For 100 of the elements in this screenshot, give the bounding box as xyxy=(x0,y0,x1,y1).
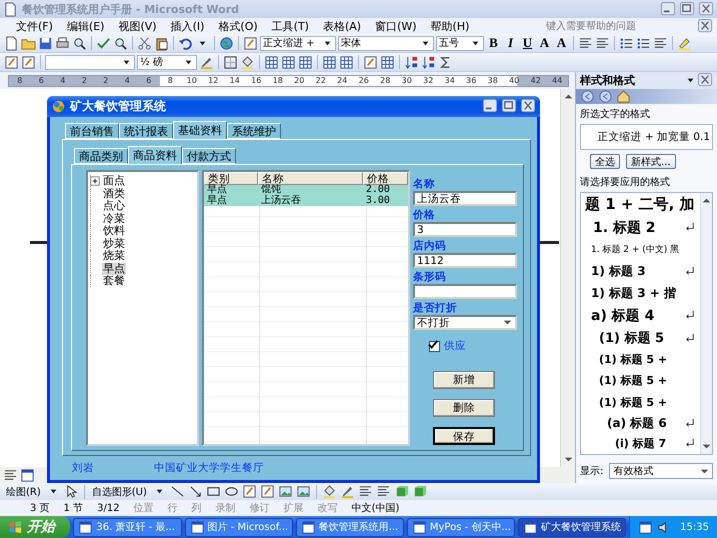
style-item[interactable]: (1) 标题 5 + xyxy=(581,370,700,392)
bucket-icon[interactable] xyxy=(240,54,255,70)
minimize-icon[interactable] xyxy=(483,99,498,114)
input-field[interactable] xyxy=(413,284,517,299)
input-field[interactable]: 1112 xyxy=(413,253,517,268)
close-icon[interactable] xyxy=(698,73,713,88)
pane-button[interactable]: 新样式... xyxy=(626,154,676,169)
format-button[interactable]: A xyxy=(537,35,552,51)
style-item[interactable]: (1) 标题 5 xyxy=(581,327,700,350)
back-icon[interactable] xyxy=(598,89,613,104)
tree-item[interactable]: 烧菜 xyxy=(102,250,126,262)
style-item[interactable]: (1) 标题 5 + xyxy=(581,349,700,370)
scrollbar[interactable] xyxy=(560,89,575,467)
minimize-icon[interactable] xyxy=(661,2,676,16)
pen-icon[interactable] xyxy=(340,484,355,499)
autoshapes-menu[interactable]: 自选图形(U) xyxy=(90,484,149,498)
style-item[interactable]: 1. 标题 2 xyxy=(581,216,700,240)
clipboard-icon[interactable] xyxy=(154,36,169,50)
style-select[interactable]: 正文缩进 + xyxy=(260,36,336,50)
help-search-field[interactable]: 键入需要帮助的问题 xyxy=(546,19,696,33)
square-icon[interactable] xyxy=(223,54,238,70)
menu-item[interactable]: 窗口(W) xyxy=(369,18,423,34)
list-icon[interactable] xyxy=(619,36,634,50)
style-item[interactable]: 1. 标题 2 + (中文) 黑 xyxy=(581,240,700,260)
lines-icon[interactable] xyxy=(3,468,18,482)
sort-icon[interactable] xyxy=(421,54,436,70)
taskbar-button[interactable]: 餐饮管理系统用... xyxy=(296,518,404,536)
checkbox[interactable] xyxy=(429,340,440,352)
printer-icon[interactable] xyxy=(55,36,70,50)
lines-icon[interactable] xyxy=(653,36,668,50)
column-header[interactable]: 价格 xyxy=(362,172,408,185)
globe-icon[interactable] xyxy=(219,36,234,50)
style-item[interactable]: 1) 标题 3 + 揩 xyxy=(581,282,700,304)
sort-icon[interactable] xyxy=(404,54,419,70)
close-icon[interactable] xyxy=(699,2,714,16)
taskbar-button[interactable]: MyPos - 创天中... xyxy=(406,518,516,536)
tree-item[interactable]: 面点 xyxy=(102,175,126,188)
tree-item[interactable]: 饮料 xyxy=(102,225,126,238)
taskbar-button[interactable]: 矿大餐饮管理系统 xyxy=(518,518,626,536)
show-select[interactable]: 有效格式 xyxy=(609,463,713,479)
note-icon[interactable] xyxy=(242,484,257,499)
tab[interactable]: 付款方式 xyxy=(182,148,236,164)
scrollbar[interactable] xyxy=(700,193,712,454)
note-icon[interactable] xyxy=(243,36,258,50)
lines-icon[interactable] xyxy=(578,36,593,50)
taskbar-button[interactable]: 图片 - Microsof... xyxy=(184,518,293,536)
menu-item[interactable]: 工具(T) xyxy=(266,18,315,34)
window-icon[interactable] xyxy=(638,520,654,534)
note-icon[interactable] xyxy=(260,484,275,499)
tab[interactable]: 商品资料 xyxy=(128,146,182,164)
menu-item[interactable]: 帮助(H) xyxy=(424,18,476,34)
back-icon[interactable] xyxy=(580,89,595,104)
grid-icon[interactable] xyxy=(322,54,337,70)
maximize-icon[interactable] xyxy=(680,2,695,16)
line-icon[interactable] xyxy=(170,484,185,499)
arrow-icon[interactable] xyxy=(188,484,203,499)
ruler[interactable]: 8 6 4 2 2 4 6 8 10 12 14 16 18 20 22 24 26 28 30 32 34 36 38 40 42 44 xyxy=(8,74,569,86)
table-row[interactable]: 早点 馄饨 2.00 xyxy=(204,185,408,196)
tab[interactable]: 前台销售 xyxy=(65,123,119,139)
style-item[interactable]: (1) 标题 5 + xyxy=(581,392,700,413)
taskbar-button[interactable]: 36. 萧亚轩 - 最... xyxy=(73,518,182,536)
tab[interactable]: 系统维护 xyxy=(227,123,281,139)
style-item[interactable]: a) 标题 4 xyxy=(581,304,700,328)
lines-icon[interactable] xyxy=(595,36,610,50)
window-icon[interactable] xyxy=(20,468,35,482)
tab[interactable]: 统计报表 xyxy=(119,123,173,139)
tree-item[interactable]: 套餐 xyxy=(102,275,126,288)
style-item[interactable]: 1) 标题 3 xyxy=(581,260,700,282)
action-button[interactable]: 删除 xyxy=(433,399,495,417)
menu-item[interactable]: 文件(F) xyxy=(10,18,59,34)
input-field[interactable]: 3 xyxy=(413,222,517,237)
menu-item[interactable]: 格式(O) xyxy=(212,18,264,34)
action-button[interactable]: 新增 xyxy=(433,371,495,389)
font-size-select[interactable]: 五号 xyxy=(436,36,484,50)
draw-menu[interactable]: 绘图(R) xyxy=(4,484,43,498)
note-icon[interactable] xyxy=(363,54,378,70)
picture-icon[interactable] xyxy=(296,484,311,499)
menu-item[interactable]: 表格(A) xyxy=(316,18,368,34)
input-field[interactable]: 上汤云吞 xyxy=(413,191,517,206)
scissors-icon[interactable] xyxy=(137,36,152,50)
format-button[interactable]: B xyxy=(486,35,501,51)
tree-item[interactable]: 冷菜 xyxy=(102,212,126,225)
tab[interactable]: 商品类别 xyxy=(74,148,128,164)
format-button[interactable]: U xyxy=(520,35,535,51)
tab[interactable]: 基础资料 xyxy=(173,121,227,139)
column-header[interactable]: 名称 xyxy=(258,172,363,185)
picture-icon[interactable] xyxy=(278,484,293,499)
column-header[interactable]: 类别 xyxy=(204,172,258,185)
style-item[interactable]: (i) 标题 7 xyxy=(581,434,700,454)
note-icon[interactable] xyxy=(21,54,36,70)
grid-icon[interactable] xyxy=(298,54,313,70)
style-item[interactable]: 题 1 + 二号, 加 xyxy=(581,193,700,216)
list-icon[interactable] xyxy=(636,36,651,50)
pane-button[interactable]: 全选 xyxy=(590,154,620,169)
check-icon[interactable] xyxy=(96,36,111,50)
discount-select[interactable]: 不打折 xyxy=(413,315,517,330)
table-row[interactable]: 早点 上汤云吞 3.00 xyxy=(204,196,408,206)
close-icon[interactable] xyxy=(698,18,713,34)
undo-icon[interactable] xyxy=(178,36,193,50)
magnifier-icon[interactable] xyxy=(72,36,87,50)
